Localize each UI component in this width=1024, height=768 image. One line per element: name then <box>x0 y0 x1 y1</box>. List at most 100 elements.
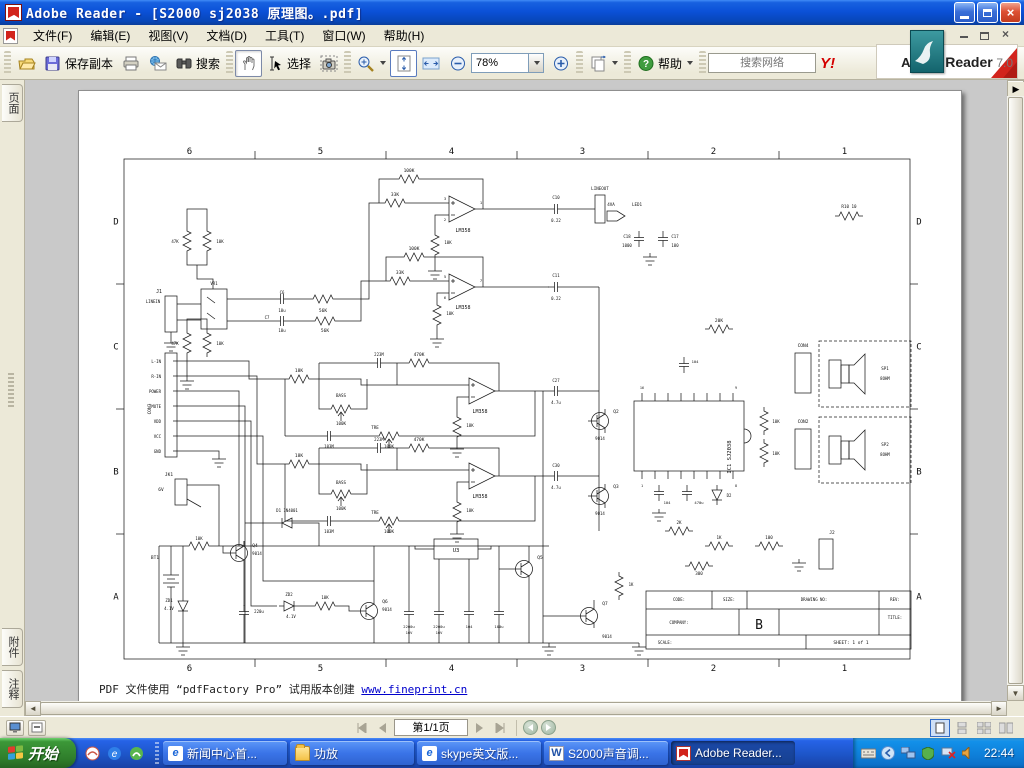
zoom-in-button[interactable] <box>547 50 574 77</box>
ie-icon <box>422 746 437 761</box>
internet-explorer-icon[interactable]: e <box>106 745 123 762</box>
schematic-label: 4.1V <box>164 606 174 611</box>
msn-messenger-icon[interactable] <box>128 745 145 762</box>
horizontal-scroll-thumb[interactable] <box>40 702 992 715</box>
previous-page-button[interactable] <box>373 719 391 736</box>
schematic-label: 100 <box>671 243 679 248</box>
sidebar-tab-b1[interactable]: 注释 <box>2 670 23 708</box>
doc-close-button[interactable]: × <box>999 28 1012 40</box>
page-display-button[interactable] <box>585 50 622 77</box>
ie-icon <box>168 746 183 761</box>
close-button[interactable]: × <box>1000 2 1021 23</box>
zone-label: 3 <box>580 664 585 674</box>
schematic-label: 10u <box>278 328 286 333</box>
security-shield-icon[interactable] <box>921 746 936 761</box>
doc-restore-button[interactable] <box>978 28 991 40</box>
help-button[interactable]: ? 帮助 <box>633 50 697 77</box>
toolbar-gripper[interactable] <box>576 51 583 75</box>
task-label: 新闻中心首... <box>187 745 257 762</box>
ie-news-icon[interactable] <box>84 745 101 762</box>
menu-item-3[interactable]: 文档(D) <box>197 24 256 47</box>
pdf-creator-footer: PDF 文件使用 “pdfFactory Pro” 试用版本创建 www.fin… <box>99 681 467 697</box>
taskbar-task[interactable]: 功放 <box>290 741 414 765</box>
schematic-label: REV: <box>890 597 900 602</box>
single-page-layout-button[interactable] <box>930 719 950 737</box>
schematic-label: 1K <box>629 582 634 587</box>
network-disconnected-icon[interactable] <box>941 746 956 761</box>
taskbar-divider <box>155 742 159 764</box>
schematic-label: 10K <box>772 451 780 456</box>
next-page-button[interactable] <box>471 719 489 736</box>
previous-view-button[interactable] <box>523 720 538 735</box>
scroll-right-button[interactable]: ► <box>991 701 1007 716</box>
sidebar-tab-b0[interactable]: 附件 <box>2 628 23 666</box>
toolbar-gripper[interactable] <box>624 51 631 75</box>
page-view-option-button[interactable] <box>6 720 24 736</box>
volume-icon[interactable] <box>961 746 976 761</box>
taskbar-task[interactable]: 新闻中心首... <box>163 741 287 765</box>
hand-tool-button[interactable] <box>235 50 262 77</box>
toolbar-gripper[interactable] <box>226 51 233 75</box>
zone-label: 1 <box>842 664 847 674</box>
taskbar-task[interactable]: skype英文版... <box>417 741 541 765</box>
horizontal-scrollbar[interactable]: ◄ ► <box>25 701 1007 716</box>
restore-button[interactable] <box>977 2 998 23</box>
zoom-level-dropdown[interactable] <box>529 53 544 73</box>
web-search-input[interactable] <box>708 53 816 73</box>
save-copy-button[interactable]: 保存副本 <box>40 50 117 77</box>
zoom-level-input[interactable]: 78% <box>471 53 529 73</box>
menu-item-5[interactable]: 窗口(W) <box>313 24 374 47</box>
doc-minimize-button[interactable] <box>957 28 970 40</box>
continuous-layout-button[interactable] <box>952 719 972 737</box>
zoom-in-tool-button[interactable] <box>353 50 390 77</box>
schematic-label: VR1 <box>210 281 218 286</box>
schematic-label: 10K <box>321 595 329 600</box>
taskbar-task[interactable]: S2000声音调... <box>544 741 668 765</box>
pane-toggle-button[interactable] <box>28 720 46 736</box>
menu-item-1[interactable]: 编辑(E) <box>81 24 139 47</box>
keyboard-layout-icon[interactable] <box>861 746 876 761</box>
schematic-label: D2 <box>727 493 732 498</box>
email-button[interactable] <box>144 50 171 77</box>
search-button[interactable]: 搜索 <box>171 50 224 77</box>
continuous-facing-layout-button[interactable] <box>974 719 994 737</box>
menu-item-4[interactable]: 工具(T) <box>256 24 313 47</box>
last-page-button[interactable] <box>492 719 510 736</box>
hide-tray-icons-button[interactable] <box>881 746 896 761</box>
menu-item-6[interactable]: 帮助(H) <box>375 24 434 47</box>
minimize-button[interactable] <box>954 2 975 23</box>
schematic-label: 10K <box>216 239 224 244</box>
first-page-button[interactable] <box>352 719 370 736</box>
menu-item-0[interactable]: 文件(F) <box>24 24 81 47</box>
fit-page-button[interactable] <box>390 50 417 77</box>
fit-width-button[interactable] <box>417 50 444 77</box>
pane-splitter-handle[interactable] <box>8 373 14 407</box>
scroll-left-button[interactable]: ◄ <box>25 701 41 716</box>
open-button[interactable] <box>13 50 40 77</box>
zoom-out-button[interactable] <box>444 50 471 77</box>
snapshot-tool-button[interactable] <box>315 50 342 77</box>
page-indicator[interactable]: 第1/1页 <box>394 719 468 736</box>
scroll-down-button[interactable]: ▼ <box>1007 685 1024 701</box>
start-button[interactable]: 开始 <box>0 738 76 768</box>
vertical-scroll-thumb[interactable] <box>1008 97 1023 684</box>
print-button[interactable] <box>117 50 144 77</box>
footer-link[interactable]: www.fineprint.cn <box>361 683 467 696</box>
toolbar-gripper[interactable] <box>4 51 11 75</box>
network-icon[interactable] <box>901 746 916 761</box>
schematic-label: 3 <box>444 196 446 201</box>
next-view-button[interactable] <box>541 720 556 735</box>
vertical-scrollbar[interactable]: ▲ ▼ <box>1007 80 1024 701</box>
facing-layout-button[interactable] <box>996 719 1016 737</box>
sidebar-tab-0[interactable]: 页面 <box>2 84 23 122</box>
navigation-tab-strip: 页面 附件注释 <box>0 80 25 716</box>
toolbar-overflow-button[interactable]: ▶ <box>1008 82 1024 96</box>
toolbar-gripper[interactable] <box>699 51 706 75</box>
taskbar-task[interactable]: Adobe Reader... <box>671 741 795 765</box>
schematic-label: 4.7u <box>551 400 561 405</box>
toolbar-gripper[interactable] <box>344 51 351 75</box>
select-tool-button[interactable]: 选择 <box>262 50 315 77</box>
document-pane[interactable]: J1LINEIN47K10K47K10KVR1C610uC710u56K56K1… <box>25 80 1007 701</box>
title-bar: Adobe Reader - [S2000 sj2038 原理图。.pdf] × <box>0 0 1024 25</box>
menu-item-2[interactable]: 视图(V) <box>139 24 197 47</box>
